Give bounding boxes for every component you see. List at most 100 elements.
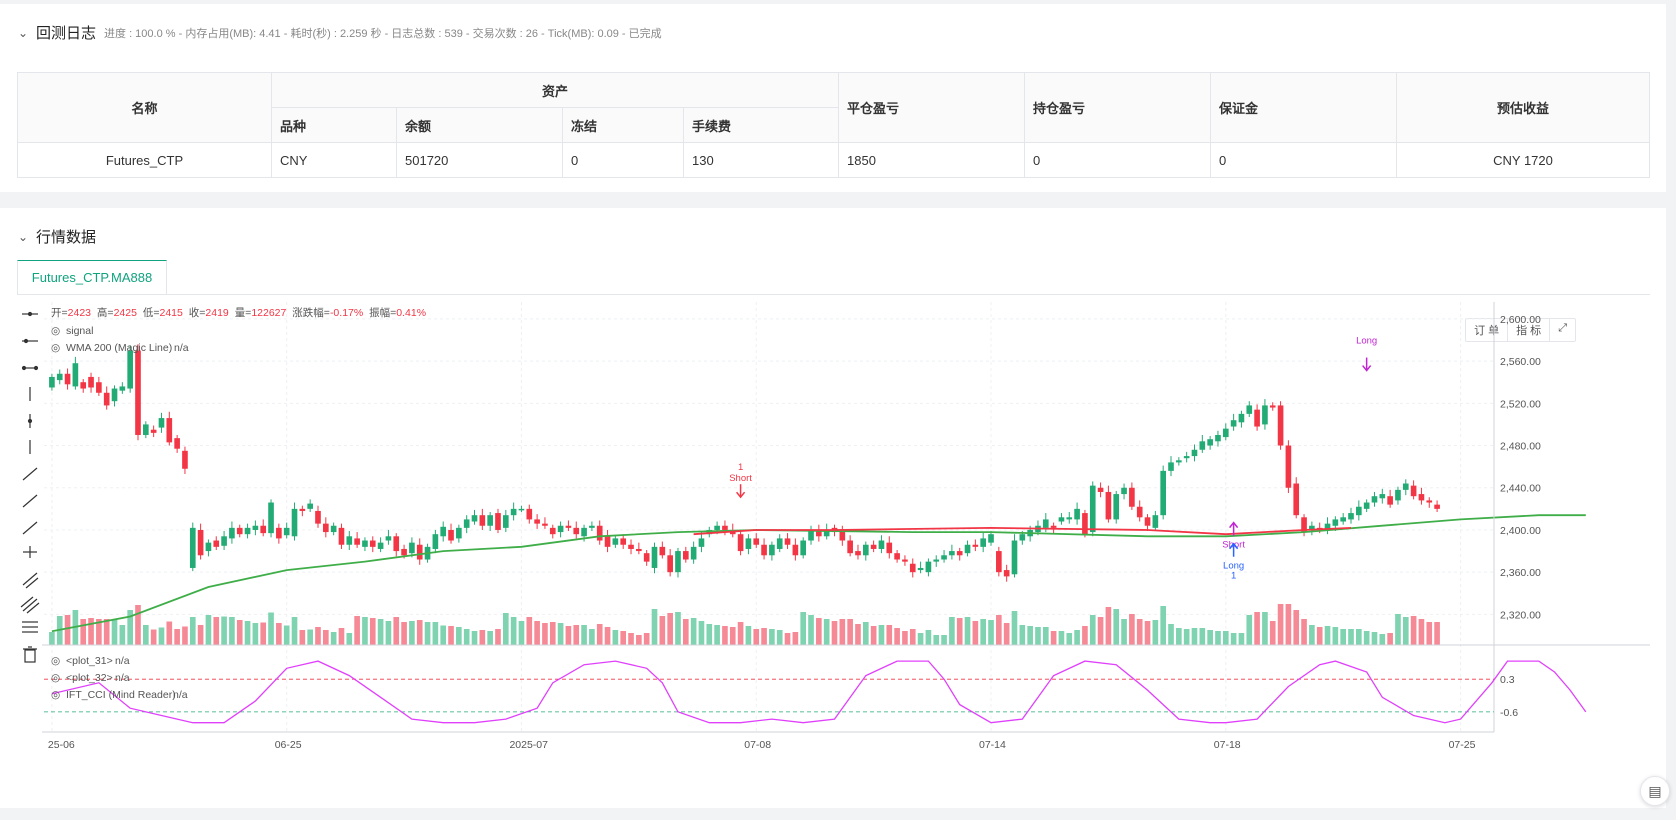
help-icon[interactable]: ▤ (1640, 776, 1670, 806)
marker-label: 1 (738, 462, 743, 473)
backtest-log-panel: ⌄ 回测日志 进度 : 100.0 % - 内存占用(MB): 4.41 - 耗… (0, 4, 1666, 192)
candle-body (213, 540, 220, 547)
legend-change: -0.17% (330, 307, 363, 319)
volume-bar (307, 629, 313, 645)
log-header[interactable]: ⌄ 回测日志 进度 : 100.0 % - 内存占用(MB): 4.41 - 耗… (18, 22, 662, 43)
marker-label: 1 (1231, 571, 1236, 582)
trash-icon[interactable] (23, 646, 37, 663)
candle-body (1230, 420, 1237, 427)
candle-body (479, 515, 486, 526)
candle-body (244, 527, 251, 535)
candle-body (1207, 439, 1213, 446)
price-axis[interactable]: 2,600.00 2,560.00 2,520.00 2,480.00 2,440.00… (1500, 314, 1541, 622)
volume-bar (1215, 631, 1221, 645)
market-data-panel: ⌄ 行情数据 Futures_CTP.MA888 订 单 指 标 ⤢ 1 Sho… (0, 208, 1666, 808)
eye-icon: ◎ (51, 672, 60, 684)
volume-bar (549, 622, 556, 645)
chevron-down-icon[interactable]: ⌄ (18, 26, 36, 40)
legend-signal[interactable]: ◎ signal (51, 325, 93, 337)
candle-body (103, 392, 110, 406)
cell-close-pl: 1850 (838, 142, 1025, 178)
volume-bar (479, 630, 486, 645)
volume-bar (729, 627, 736, 645)
candle-body (72, 363, 79, 387)
volume-bar (628, 633, 634, 645)
candle-body (510, 508, 517, 516)
chevron-down-icon[interactable]: ⌄ (18, 230, 36, 244)
volume-bar (1410, 616, 1417, 645)
ray-tool-icon[interactable] (22, 494, 38, 508)
legend-ift-name: IFT_CCI (Mind Reader) (66, 689, 176, 701)
fib-retracement-tool-icon[interactable] (22, 621, 38, 633)
tab-futures-ctp[interactable]: Futures_CTP.MA888 (17, 260, 167, 294)
extended-line-tool-icon[interactable] (21, 365, 39, 371)
volume-bar (1168, 624, 1174, 645)
volume-bar (761, 628, 767, 645)
candle-body (542, 523, 548, 526)
candle-body (369, 540, 376, 547)
candle-body (135, 350, 141, 435)
volume-bar (495, 629, 501, 645)
parallel-channel-tool-icon[interactable] (22, 572, 39, 589)
vertical-segment-tool-icon[interactable] (27, 414, 33, 428)
col-name: 名称 (17, 72, 272, 143)
volume-bar (315, 627, 321, 645)
volume-bar (1003, 623, 1010, 645)
volume-bar (432, 622, 439, 645)
candle-body (1011, 540, 1018, 575)
legend-plot31[interactable]: ◎ <plot_31> n/a (51, 655, 130, 667)
candle-body (722, 525, 728, 530)
volume-bar (182, 626, 188, 645)
candle-body (1293, 483, 1300, 516)
volume-bar (330, 632, 337, 645)
candle-body (941, 555, 947, 560)
candle-body (471, 515, 478, 522)
candle-body (714, 525, 720, 530)
volume-bar (862, 622, 869, 645)
candle-body (675, 551, 681, 573)
price-range-tool-icon[interactable] (23, 546, 37, 558)
legend-wma[interactable]: ◎ WMA 200 (Magic Line) n/a (51, 342, 189, 354)
candle-body (463, 519, 470, 528)
time-tick-label: 2025-07 (509, 739, 548, 751)
cell-frozen: 0 (562, 142, 684, 178)
volume-bars (49, 604, 1440, 645)
candle-body (1136, 506, 1143, 518)
candle-body (119, 386, 126, 391)
horizontal-ray-tool-icon[interactable] (22, 338, 38, 344)
tab-divider (17, 294, 1650, 295)
price-chart[interactable]: 1ShortShortLong1Long 2,600.002,560.002,5… (18, 302, 1650, 802)
candle-body (620, 538, 627, 545)
market-header[interactable]: ⌄ 行情数据 (18, 226, 104, 247)
candle-body (643, 553, 650, 562)
candle-body (127, 350, 133, 389)
volume-bar (573, 625, 580, 645)
volume-bar (1074, 630, 1080, 645)
volume-bar (260, 622, 267, 645)
volume-bar (80, 619, 87, 645)
horizontal-line-tool-icon[interactable] (22, 311, 38, 317)
time-axis[interactable]: 25-06 06-25 2025-07 07-08 07-14 07-18 07-25 (48, 739, 1476, 751)
candle-body (88, 376, 94, 388)
candle-body (377, 542, 384, 549)
time-tick-label: 25-06 (48, 739, 75, 751)
legend-ift-cci[interactable]: ◎ IFT_CCI (Mind Reader) n/a (51, 689, 188, 701)
candle-body (573, 527, 580, 535)
arrow-tool-icon[interactable] (22, 521, 38, 535)
candle-body (847, 540, 853, 554)
legend-plot32[interactable]: ◎ <plot_32> n/a (51, 672, 130, 684)
candle-body (315, 510, 321, 524)
pitchfork-tool-icon[interactable] (20, 596, 40, 614)
col-frozen: 冻结 (562, 107, 684, 143)
volume-bar (103, 619, 110, 645)
candle-body (690, 546, 697, 560)
volume-bar (158, 627, 165, 645)
candle-body (323, 523, 329, 533)
volume-bar (276, 623, 282, 645)
trend-line-tool-icon[interactable] (22, 467, 38, 481)
volume-bar (1082, 626, 1088, 645)
candle-body (1277, 405, 1284, 446)
drawing-toolbar (20, 311, 40, 663)
volume-bar (792, 632, 799, 645)
price-tick-label: 2,600.00 (1500, 314, 1541, 326)
